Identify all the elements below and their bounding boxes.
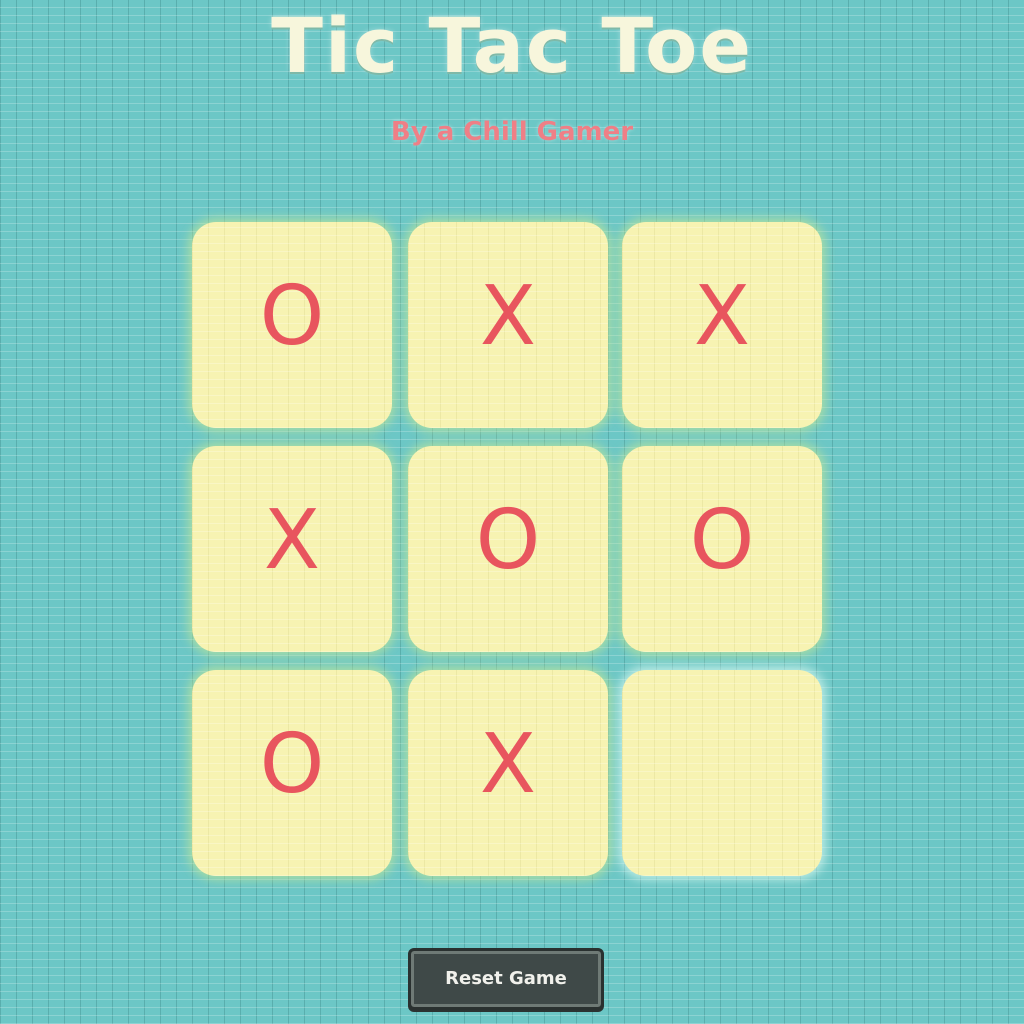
board-cell-4[interactable]: X <box>192 446 392 652</box>
cell-mark: O <box>259 717 325 812</box>
reset-game-button[interactable]: Reset Game <box>408 948 604 1010</box>
game-board: O X X X O O O X <box>192 222 824 882</box>
cell-mark: X <box>479 269 537 364</box>
board-cell-2[interactable]: X <box>408 222 608 428</box>
game-subtitle: By a Chill Gamer <box>390 117 634 147</box>
cell-mark: X <box>263 493 321 588</box>
cell-mark: X <box>693 269 751 364</box>
board-cell-3[interactable]: X <box>622 222 822 428</box>
board-cell-7[interactable]: O <box>192 670 392 876</box>
board-cell-1[interactable]: O <box>192 222 392 428</box>
cell-mark: O <box>259 269 325 364</box>
board-cell-9[interactable] <box>622 670 822 876</box>
cell-mark: O <box>689 493 755 588</box>
board-cell-5[interactable]: O <box>408 446 608 652</box>
game-title: Tic Tac Toe <box>271 1 753 90</box>
board-cell-6[interactable]: O <box>622 446 822 652</box>
cell-mark: O <box>475 493 541 588</box>
board-cell-8[interactable]: X <box>408 670 608 876</box>
cell-mark: X <box>479 717 537 812</box>
